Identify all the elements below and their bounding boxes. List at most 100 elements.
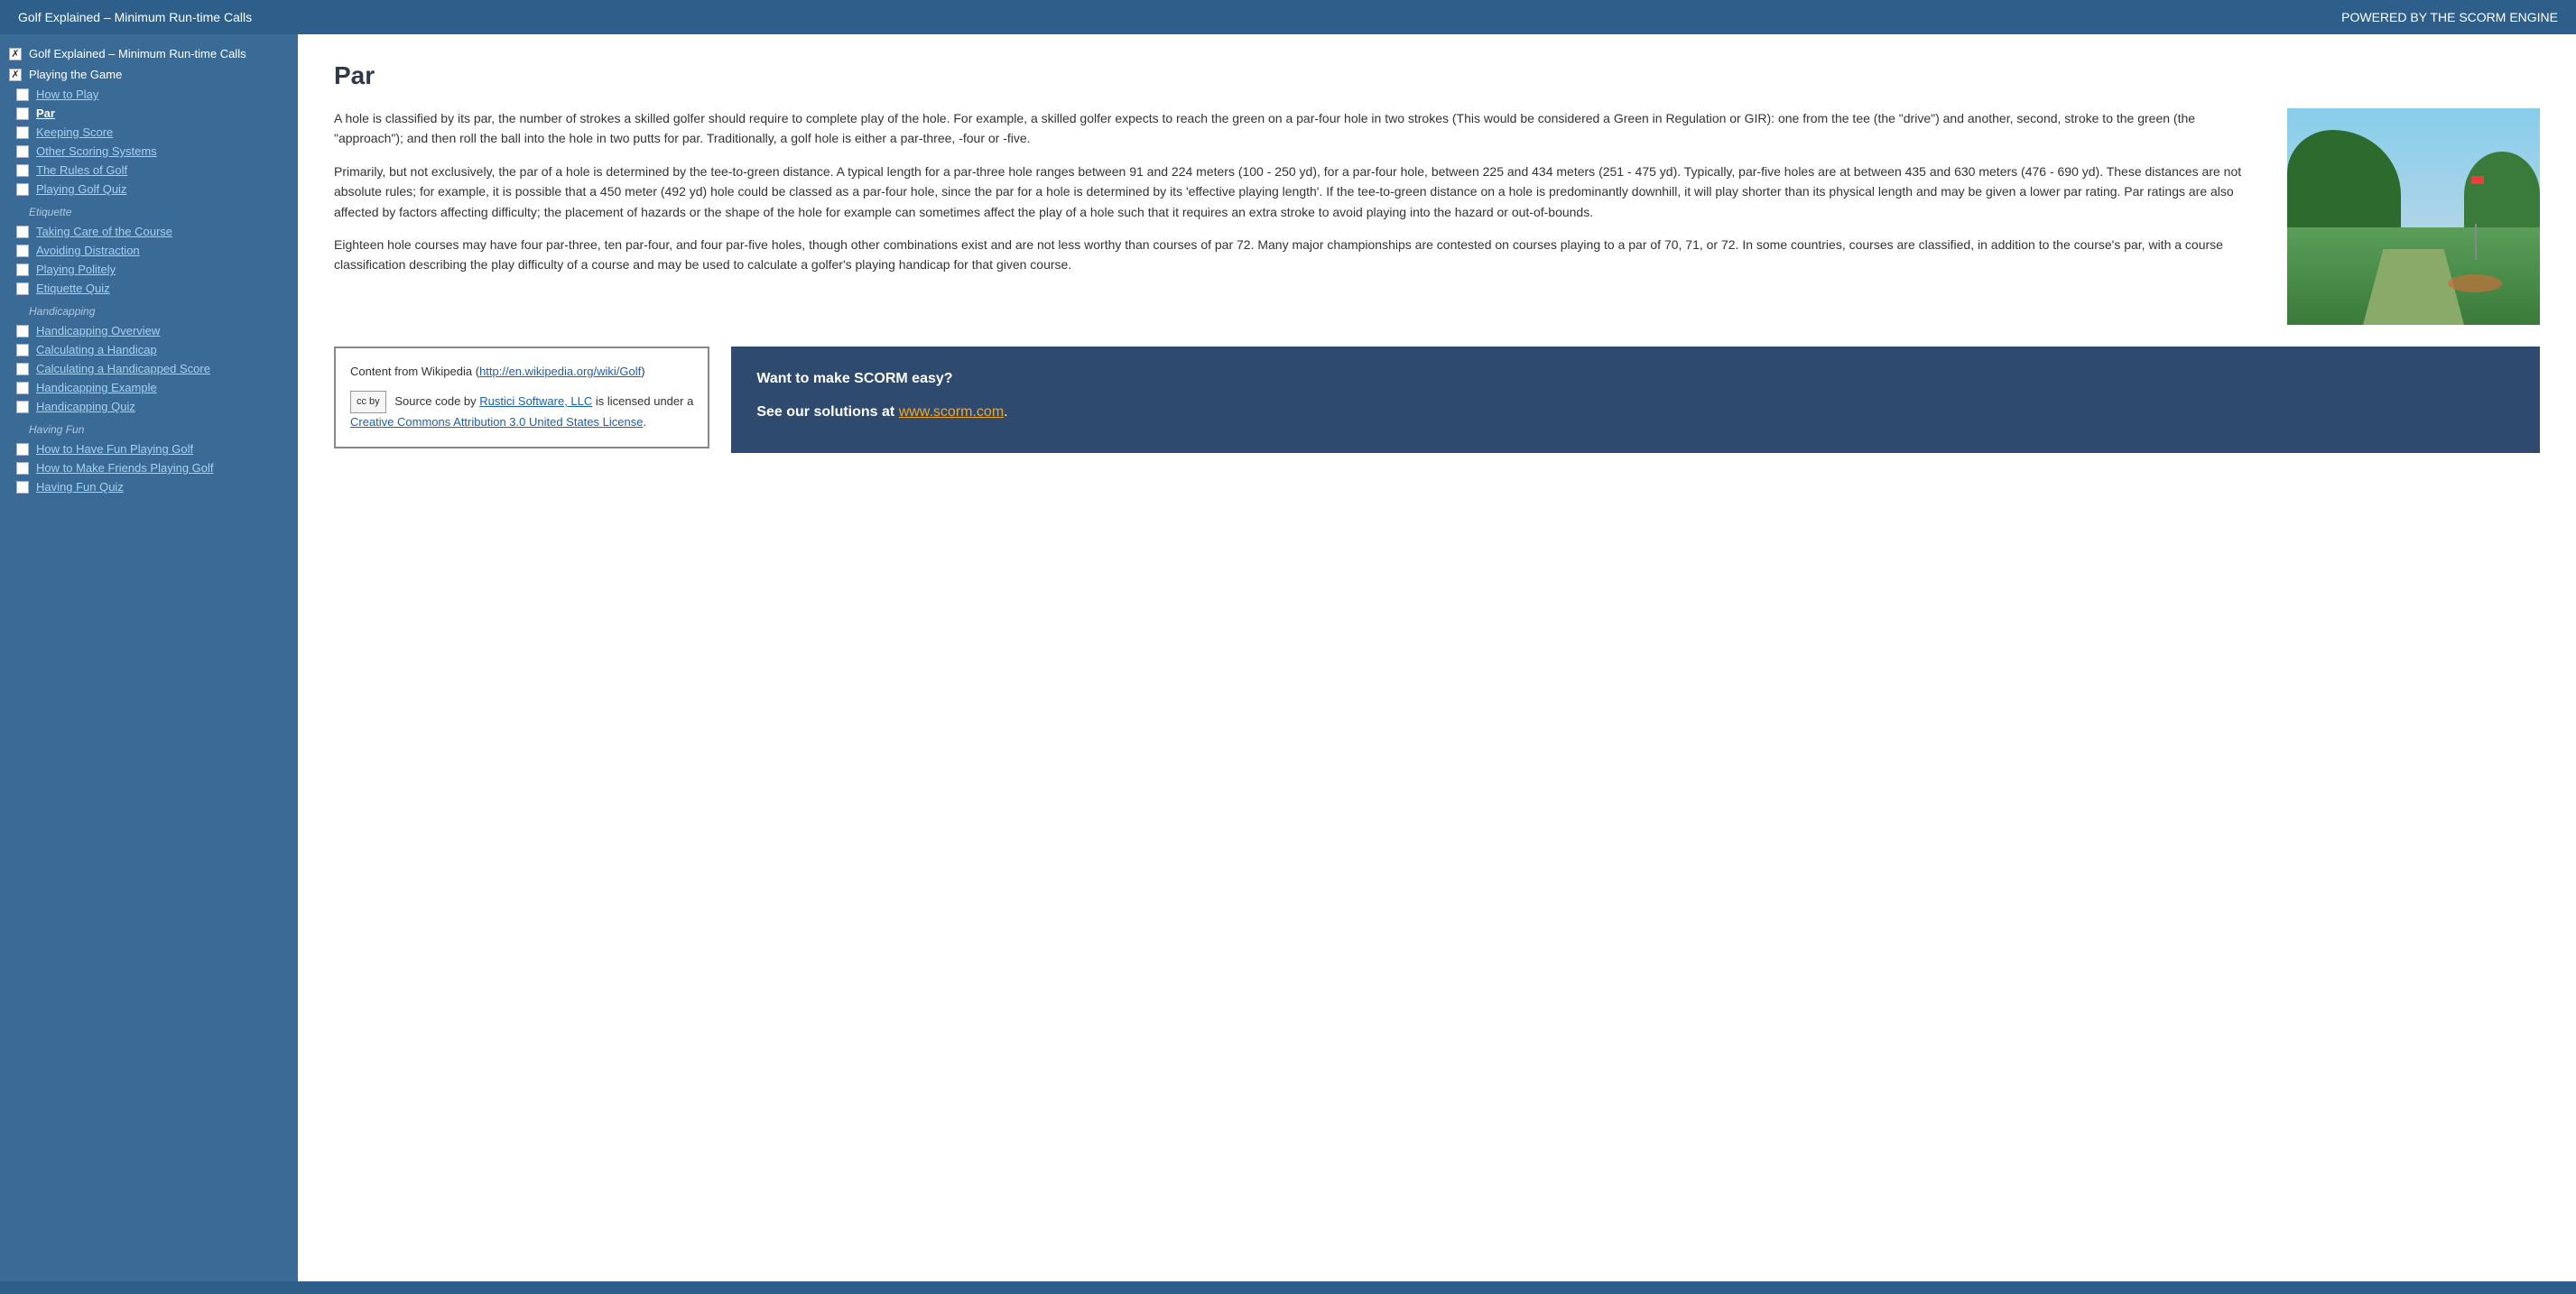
checkbox-having-fun-quiz	[16, 481, 29, 494]
paragraph-3: Eighteen hole courses may have four par-…	[334, 235, 2266, 275]
sidebar-item-calculating-handicapped-score[interactable]: Calculating a Handicapped Score	[0, 359, 298, 378]
sidebar-item-handicapping-overview[interactable]: Handicapping Overview	[0, 321, 298, 340]
checkbox-keeping-score	[16, 126, 29, 139]
link-other-scoring[interactable]: Other Scoring Systems	[36, 144, 157, 158]
sidebar-item-avoiding-distraction[interactable]: Avoiding Distraction	[0, 241, 298, 260]
scorm-suffix: .	[1004, 404, 1007, 420]
checkbox-handicapping-overview	[16, 325, 29, 337]
cc-icon: cc by	[350, 391, 386, 414]
link-calculating-handicap[interactable]: Calculating a Handicap	[36, 343, 157, 356]
sidebar-root-golf-explained-label: Golf Explained – Minimum Run-time Calls	[29, 47, 246, 60]
page-title: Par	[334, 61, 2540, 90]
checkbox-how-to-make-friends	[16, 462, 29, 475]
wikipedia-cc-line: cc by Source code by Rustici Software, L…	[350, 391, 693, 414]
checkbox-golf-explained	[9, 48, 22, 60]
sidebar-item-keeping-score[interactable]: Keeping Score	[0, 123, 298, 142]
wikipedia-prefix: Content from Wikipedia (	[350, 365, 479, 378]
sidebar-item-how-to-make-friends[interactable]: How to Make Friends Playing Golf	[0, 458, 298, 477]
wikipedia-link[interactable]: http://en.wikipedia.org/wiki/Golf	[479, 365, 641, 378]
link-taking-care[interactable]: Taking Care of the Course	[36, 225, 172, 238]
scorm-link[interactable]: www.scorm.com	[899, 404, 1004, 420]
main-content: Par A hole is classified by its par, the…	[298, 34, 2576, 1281]
layout: Golf Explained – Minimum Run-time Calls …	[0, 34, 2576, 1281]
app-title: Golf Explained – Minimum Run-time Calls	[18, 10, 252, 24]
scorm-box: Want to make SCORM easy? See our solutio…	[731, 347, 2540, 453]
sidebar-root-playing-the-game[interactable]: Playing the Game	[0, 64, 298, 85]
checkbox-playing-golf-quiz	[16, 183, 29, 196]
link-etiquette-quiz[interactable]: Etiquette Quiz	[36, 282, 110, 295]
bottom-bar	[0, 1281, 2576, 1294]
link-calculating-handicapped-score[interactable]: Calculating a Handicapped Score	[36, 362, 210, 375]
link-playing-politely[interactable]: Playing Politely	[36, 263, 116, 276]
sidebar-item-having-fun-quiz[interactable]: Having Fun Quiz	[0, 477, 298, 496]
link-handicapping-overview[interactable]: Handicapping Overview	[36, 324, 160, 337]
sidebar-item-calculating-handicap[interactable]: Calculating a Handicap	[0, 340, 298, 359]
link-having-fun-quiz[interactable]: Having Fun Quiz	[36, 480, 124, 494]
sidebar: Golf Explained – Minimum Run-time Calls …	[0, 34, 298, 1281]
wikipedia-box: Content from Wikipedia (http://en.wikipe…	[334, 347, 709, 448]
link-how-to-play[interactable]: How to Play	[36, 88, 98, 101]
sidebar-item-other-scoring[interactable]: Other Scoring Systems	[0, 142, 298, 161]
cc-text: Source code by	[394, 394, 476, 408]
powered-by: POWERED BY THE SCORM ENGINE	[2341, 10, 2558, 24]
bottom-row: Content from Wikipedia (http://en.wikipe…	[334, 347, 2540, 453]
cc-license-link[interactable]: Creative Commons Attribution 3.0 United …	[350, 415, 643, 429]
checkbox-etiquette-quiz	[16, 282, 29, 295]
checkbox-calculating-handicapped-score	[16, 363, 29, 375]
content-text: A hole is classified by its par, the num…	[334, 108, 2266, 325]
sidebar-item-etiquette-quiz[interactable]: Etiquette Quiz	[0, 279, 298, 298]
wikipedia-content-line: Content from Wikipedia (http://en.wikipe…	[350, 363, 693, 382]
checkbox-playing-politely	[16, 263, 29, 276]
link-rules-of-golf[interactable]: The Rules of Golf	[36, 163, 127, 177]
cc-license-line: Creative Commons Attribution 3.0 United …	[350, 413, 693, 432]
sidebar-item-playing-golf-quiz[interactable]: Playing Golf Quiz	[0, 180, 298, 199]
sidebar-item-par[interactable]: Par	[0, 104, 298, 123]
section-label-having-fun: Having Fun	[0, 416, 298, 439]
sidebar-item-how-to-play[interactable]: How to Play	[0, 85, 298, 104]
checkbox-par	[16, 107, 29, 120]
sidebar-item-rules-of-golf[interactable]: The Rules of Golf	[0, 161, 298, 180]
wikipedia-suffix: )	[641, 365, 644, 378]
link-handicapping-example[interactable]: Handicapping Example	[36, 381, 157, 394]
golf-course-image	[2287, 108, 2540, 325]
link-how-to-have-fun[interactable]: How to Have Fun Playing Golf	[36, 442, 193, 456]
paragraph-2: Primarily, but not exclusively, the par …	[334, 162, 2266, 222]
sidebar-root-golf-explained[interactable]: Golf Explained – Minimum Run-time Calls	[0, 43, 298, 64]
link-avoiding-distraction[interactable]: Avoiding Distraction	[36, 244, 140, 257]
checkbox-other-scoring	[16, 145, 29, 158]
checkbox-calculating-handicap	[16, 344, 29, 356]
link-how-to-make-friends[interactable]: How to Make Friends Playing Golf	[36, 461, 214, 475]
link-par[interactable]: Par	[36, 106, 55, 120]
image-flag	[2471, 176, 2484, 184]
sidebar-item-how-to-have-fun[interactable]: How to Have Fun Playing Golf	[0, 439, 298, 458]
scorm-line2-label: See our solutions at	[756, 404, 894, 420]
section-label-etiquette: Etiquette	[0, 199, 298, 222]
sidebar-root-playing-the-game-label: Playing the Game	[29, 68, 122, 81]
checkbox-playing-the-game	[9, 69, 22, 81]
paragraph-1: A hole is classified by its par, the num…	[334, 108, 2266, 149]
sidebar-item-playing-politely[interactable]: Playing Politely	[0, 260, 298, 279]
link-handicapping-quiz[interactable]: Handicapping Quiz	[36, 400, 135, 413]
link-playing-golf-quiz[interactable]: Playing Golf Quiz	[36, 182, 126, 196]
cc-end: .	[643, 415, 646, 429]
sidebar-item-handicapping-quiz[interactable]: Handicapping Quiz	[0, 397, 298, 416]
sidebar-item-taking-care[interactable]: Taking Care of the Course	[0, 222, 298, 241]
link-keeping-score[interactable]: Keeping Score	[36, 125, 113, 139]
scorm-line1-text: Want to make SCORM easy?	[756, 371, 952, 386]
checkbox-taking-care	[16, 226, 29, 238]
section-label-handicapping: Handicapping	[0, 298, 298, 321]
image-flag-pole	[2475, 224, 2477, 260]
cc-suffix: is licensed under a	[596, 394, 693, 408]
scorm-line2: See our solutions at www.scorm.com.	[756, 400, 2515, 426]
checkbox-avoiding-distraction	[16, 245, 29, 257]
content-area: A hole is classified by its par, the num…	[334, 108, 2540, 325]
cc-link[interactable]: Rustici Software, LLC	[479, 394, 592, 408]
top-bar: Golf Explained – Minimum Run-time Calls …	[0, 0, 2576, 34]
sidebar-item-handicapping-example[interactable]: Handicapping Example	[0, 378, 298, 397]
checkbox-how-to-play	[16, 88, 29, 101]
scorm-line1: Want to make SCORM easy?	[756, 366, 2515, 393]
image-dirt-patch	[2448, 274, 2502, 292]
checkbox-handicapping-quiz	[16, 401, 29, 413]
checkbox-rules-of-golf	[16, 164, 29, 177]
checkbox-how-to-have-fun	[16, 443, 29, 456]
